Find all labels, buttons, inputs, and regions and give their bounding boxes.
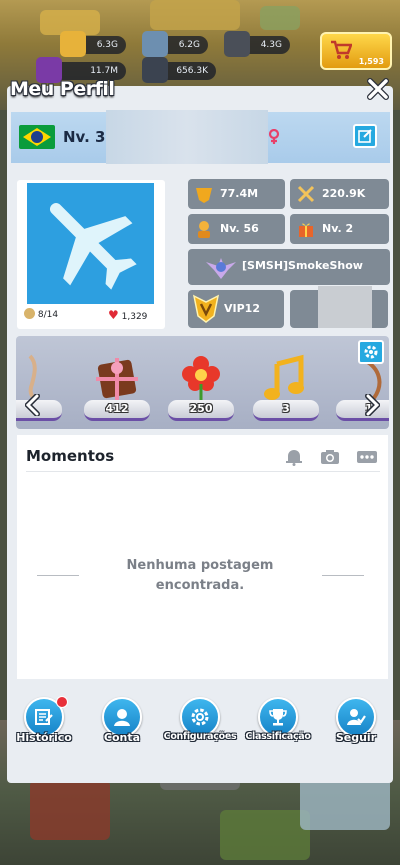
gear-icon xyxy=(364,345,378,359)
commander-level-stat[interactable]: Nv. 56 xyxy=(188,214,285,244)
page-title: Meu Perfil xyxy=(10,78,115,100)
chocolate-gift-icon xyxy=(96,358,138,400)
metal-resource[interactable]: 6.2G xyxy=(142,31,208,57)
gold-resource[interactable]: 6.3G xyxy=(60,31,126,57)
oil-resource[interactable]: 4.3G xyxy=(224,31,290,57)
shop-price: 1,593 xyxy=(358,57,384,66)
edit-icon xyxy=(358,129,372,143)
moments-title: Momentos xyxy=(26,447,115,465)
commander-icon xyxy=(198,221,210,238)
shop-button[interactable]: 1,593 xyxy=(320,32,392,70)
gift-level-stat[interactable]: Nv. 2 xyxy=(290,214,389,244)
trophy-icon xyxy=(269,709,287,726)
kills-stat[interactable]: 220.9K xyxy=(290,179,389,209)
music-note-icon xyxy=(264,354,304,400)
power-stat[interactable]: 77.4M xyxy=(188,179,285,209)
alliance-emblem-icon xyxy=(206,258,236,279)
power-icon xyxy=(142,57,168,83)
redacted-badge xyxy=(318,286,372,328)
moments-divider xyxy=(26,471,380,472)
heart-icon: ♥ xyxy=(108,308,119,322)
female-icon xyxy=(268,129,280,144)
account-icon xyxy=(114,709,130,726)
nav-seguir[interactable]: Seguir xyxy=(316,697,396,747)
collection-strip: 412 250 3 1 xyxy=(16,336,389,429)
history-icon xyxy=(35,709,53,725)
empty-line-left xyxy=(37,575,79,576)
edit-profile-button[interactable] xyxy=(353,124,377,148)
empty-line-right xyxy=(322,575,364,576)
oil-icon xyxy=(224,31,250,57)
heads-counter: 8/14 xyxy=(24,308,58,320)
notification-dot xyxy=(56,696,68,708)
power-resource[interactable]: 656.3K xyxy=(142,57,216,83)
vip-button[interactable]: VIP12 xyxy=(188,290,284,328)
metal-icon xyxy=(142,31,168,57)
camera-icon[interactable] xyxy=(320,448,340,466)
alliance-button[interactable]: [SMSH]SmokeShow xyxy=(188,249,390,285)
close-icon[interactable] xyxy=(366,77,390,101)
scroll-left-arrow-icon[interactable] xyxy=(25,394,41,416)
bell-icon[interactable] xyxy=(284,448,304,466)
badge-slot[interactable] xyxy=(290,286,388,328)
scroll-right-arrow-icon[interactable] xyxy=(364,394,380,416)
settings-gear-icon xyxy=(191,708,209,726)
brazil-flag-icon xyxy=(19,125,55,149)
collection-settings-button[interactable] xyxy=(358,340,384,364)
follow-icon xyxy=(347,709,366,725)
avatar[interactable] xyxy=(27,183,154,304)
empty-state-message: Nenhuma postagem encontrada. xyxy=(126,558,274,593)
flower-icon xyxy=(182,356,220,400)
crossed-swords-icon xyxy=(297,185,315,203)
redacted-player-name xyxy=(106,110,268,164)
power-crest-icon xyxy=(196,188,212,203)
lion-head-icon xyxy=(24,308,35,319)
more-options-icon[interactable] xyxy=(357,448,377,466)
likes-counter: ♥ 1,329 xyxy=(108,308,148,322)
vip-badge-icon xyxy=(192,294,220,323)
airplane-icon xyxy=(49,202,137,290)
gift-icon xyxy=(299,223,313,237)
cart-icon xyxy=(331,40,352,59)
gold-icon xyxy=(60,31,86,57)
